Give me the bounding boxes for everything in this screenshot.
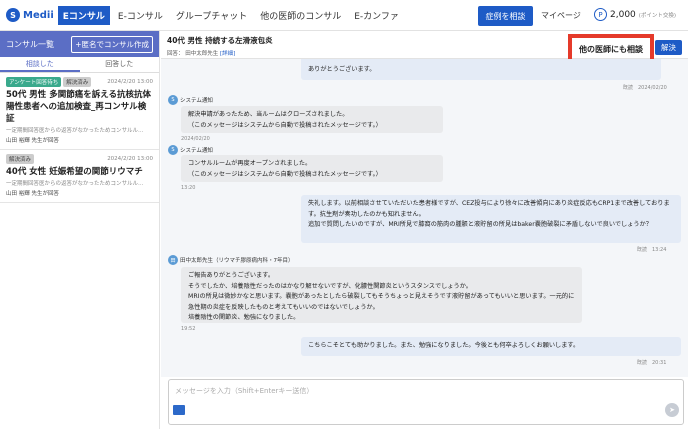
top-navigation-bar: S Medii Eコンサル E-コンサル グループチャット 他の医師のコンサル … — [0, 0, 688, 31]
message-time: 2024/02/20 — [181, 136, 210, 142]
consult-sidebar: コンサル一覧 +匿名でコンサル作成 相談した 回答した アンケート回答待ち 解決… — [0, 31, 160, 429]
consult-other-doctors-label: 他の医師にも相談 — [579, 44, 643, 54]
message-sender: 田 田中太郎先生（リウマチ膠原病内科・7年目） — [168, 255, 294, 265]
tab-answered[interactable]: 回答した — [80, 57, 160, 72]
product-name: Eコンサル — [56, 4, 111, 26]
chat-panel: 40代 男性 持続する左滑液包炎 回答： 田中太郎先生 [詳細] 他の医師にも相… — [161, 31, 688, 429]
system-avatar-icon: S — [168, 95, 178, 105]
message-bubble-self: 失礼します。以前相談させていただいた患者様ですが、CEZ投与により徐々に改善傾向… — [301, 195, 681, 243]
nav-other-consults[interactable]: 他の医師のコンサル — [260, 9, 341, 22]
message-time: 既読 13:24 — [637, 247, 667, 253]
brand-name: Medii — [23, 9, 54, 21]
message-input-placeholder: メッセージを入力（Shift+Enterキー送信） — [175, 387, 314, 395]
message-bubble-system: 解決申請があったため、当ルームはクローズされました。 （このメッセージはシステム… — [181, 106, 443, 133]
message-time: 19:52 — [181, 326, 196, 332]
case-list-item[interactable]: アンケート回答待ち 解決済み 2024/2/20 13:00 50代 男性 多関… — [0, 73, 159, 150]
case-responder: 山田 裕輝 先生が回答 — [6, 138, 59, 144]
sidebar-title: コンサル一覧 — [6, 39, 54, 49]
sidebar-tabs: 相談した 回答した — [0, 57, 159, 73]
case-responder: 山田 裕輝 先生が回答 — [6, 191, 59, 197]
create-anonymous-consult-button[interactable]: +匿名でコンサル作成 — [71, 35, 153, 53]
message-sender: S システム通知 — [168, 95, 213, 105]
sender-name: 田中太郎先生（リウマチ膠原病内科・7年目） — [180, 258, 294, 264]
survey-pending-badge: アンケート回答待ち — [6, 77, 62, 87]
message-bubble-self: こちらこそとても助かりました。また、勉強になりました。今後とも何卒よろしくお願い… — [301, 337, 681, 356]
logo[interactable]: S Medii Eコンサル — [6, 4, 111, 26]
medii-logo-icon: S — [6, 8, 20, 22]
message-composer[interactable]: メッセージを入力（Shift+Enterキー送信） ➤ — [168, 379, 684, 425]
sender-name: システム通知 — [180, 148, 213, 154]
message-bubble-self: ありがとうございます。 — [301, 59, 661, 80]
system-avatar-icon: S — [168, 145, 178, 155]
nav-e-consult[interactable]: E-コンサル — [118, 9, 163, 22]
resolved-badge: 解決済み — [63, 77, 92, 87]
case-list-item[interactable]: 解決済み 2024/2/20 13:00 40代 女性 妊娠希望の関節リウマチ … — [0, 150, 159, 203]
consult-case-button[interactable]: 症例を相談 — [478, 6, 533, 26]
message-sender: S システム通知 — [168, 145, 213, 155]
send-icon[interactable]: ➤ — [665, 403, 679, 417]
mypage-link[interactable]: マイページ — [541, 10, 581, 21]
message-time: 既読 20:31 — [637, 360, 667, 366]
case-snippet: 一定期間回答医からの返答がなかったためコンサルル… — [6, 128, 144, 134]
responder-label: 回答： — [167, 51, 184, 57]
message-list[interactable]: ありがとうございます。 既読 2024/02/20 S システム通知 解決申請が… — [161, 59, 688, 377]
doctor-avatar-icon: 田 — [168, 255, 178, 265]
nav-group-chat[interactable]: グループチャット — [176, 9, 247, 22]
message-time: 既読 2024/02/20 — [623, 85, 667, 91]
image-icon[interactable] — [173, 405, 185, 415]
detail-link[interactable]: [詳細] — [220, 51, 235, 57]
tab-consulted[interactable]: 相談した — [0, 57, 80, 72]
message-bubble-doctor: ご報告ありがとうございます。 そうでしたか、培養陰性だったのはかなり解せないです… — [181, 267, 582, 323]
main-nav: E-コンサル グループチャット 他の医師のコンサル E-カンファ — [118, 9, 412, 22]
resolve-button[interactable]: 解決 — [655, 40, 682, 55]
message-bubble-system: コンサルルームが再度オープンされました。 （このメッセージはシステムから自動で投… — [181, 155, 443, 182]
points-display[interactable]: P 2,000 (ポイント交換) — [594, 8, 676, 21]
message-time: 13:20 — [181, 185, 196, 191]
nav-e-conference[interactable]: E-カンファ — [354, 9, 399, 22]
case-title: 40代 女性 妊娠希望の関節リウマチ — [6, 167, 143, 177]
responder-name: 田中太郎先生 — [185, 51, 219, 57]
sidebar-header: コンサル一覧 +匿名でコンサル作成 — [0, 31, 159, 57]
points-value: 2,000 — [610, 9, 636, 20]
case-time: 2024/2/20 13:00 — [107, 79, 153, 85]
sender-name: システム通知 — [180, 98, 213, 104]
points-icon: P — [594, 8, 607, 21]
resolved-badge: 解決済み — [6, 154, 35, 164]
case-time: 2024/2/20 13:00 — [107, 156, 153, 162]
case-snippet: 一定期間回答医からの返答がなかったためコンサルル… — [6, 181, 144, 187]
case-title: 50代 男性 多関節痛を訴える抗核抗体陽性患者への追加検査_再コンサル検証 — [6, 90, 151, 124]
points-exchange-note: (ポイント交換) — [638, 12, 677, 19]
